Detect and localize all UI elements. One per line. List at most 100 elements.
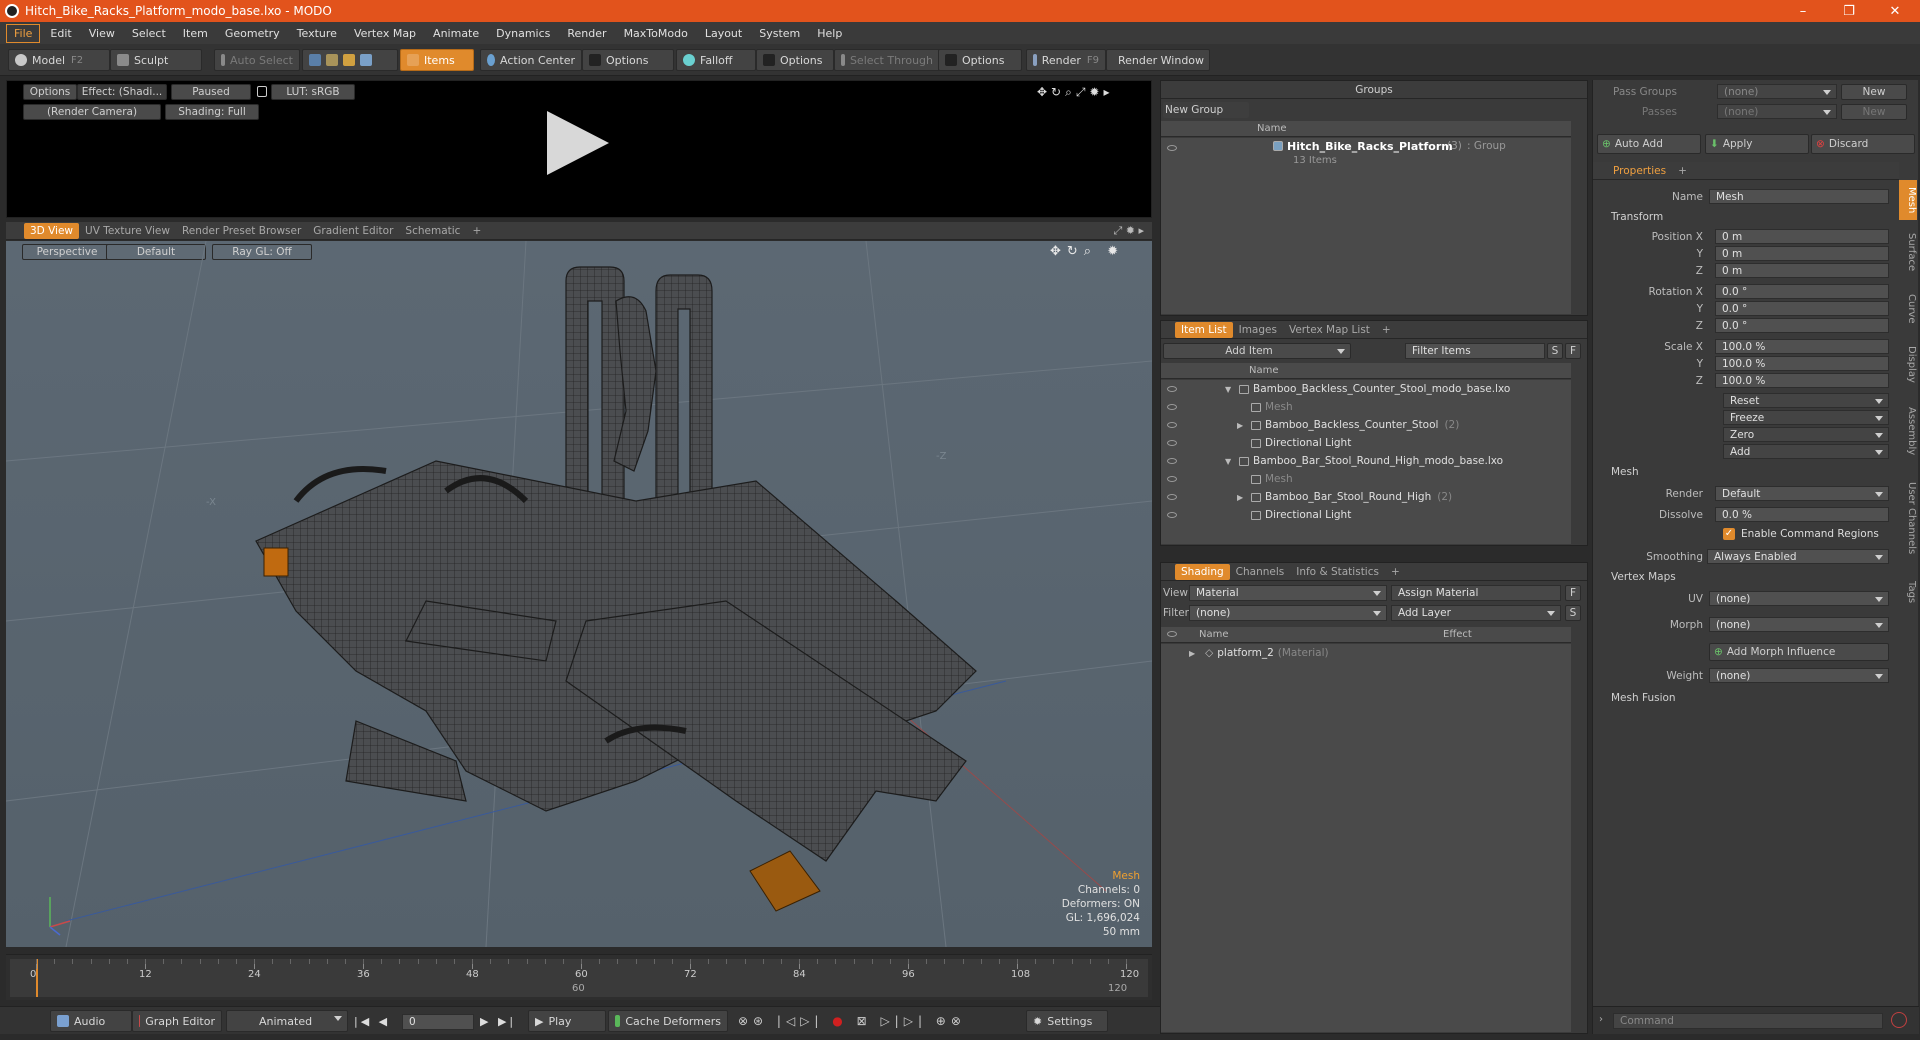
menu-view[interactable]: View bbox=[82, 25, 122, 42]
filter-f-button[interactable]: F bbox=[1565, 343, 1581, 359]
play-icon[interactable] bbox=[547, 111, 609, 175]
assign-material-button[interactable]: Assign Material bbox=[1391, 585, 1561, 601]
action-center-button[interactable]: Action Center bbox=[480, 49, 582, 71]
menu-maxtomodo[interactable]: MaxToModo bbox=[617, 25, 695, 42]
tab-channels[interactable]: Channels bbox=[1230, 564, 1291, 580]
item-label[interactable]: Bamboo_Backless_Counter_Stool bbox=[1265, 419, 1438, 431]
add-layer-dropdown[interactable]: Add Layer bbox=[1391, 605, 1561, 621]
shading-f-button[interactable]: F bbox=[1565, 585, 1581, 601]
current-frame-field[interactable]: 0 bbox=[402, 1014, 474, 1030]
vertex-maps-section[interactable]: Vertex Maps bbox=[1611, 571, 1676, 583]
scale-z-field[interactable]: 100.0 % bbox=[1715, 373, 1889, 388]
expand-arrow-icon[interactable]: ▶ bbox=[1237, 421, 1251, 430]
menu-dynamics[interactable]: Dynamics bbox=[489, 25, 557, 42]
new-pass-group-button[interactable]: New bbox=[1841, 84, 1907, 100]
visibility-eye-icon[interactable] bbox=[1167, 440, 1177, 446]
visibility-eye-icon[interactable] bbox=[1167, 494, 1177, 500]
vtab-mesh[interactable]: Mesh bbox=[1899, 180, 1917, 220]
item-label[interactable]: Directional Light bbox=[1265, 437, 1351, 449]
materials-icon[interactable] bbox=[360, 54, 372, 66]
visibility-eye-icon[interactable] bbox=[1167, 422, 1177, 428]
weight-dropdown[interactable]: (none) bbox=[1709, 668, 1889, 683]
add-tab-button[interactable]: + bbox=[1385, 564, 1406, 580]
visibility-eye-icon[interactable] bbox=[1167, 145, 1177, 151]
rotation-z-field[interactable]: 0.0 ° bbox=[1715, 318, 1889, 333]
visibility-eye-icon[interactable] bbox=[1167, 404, 1177, 410]
menu-system[interactable]: System bbox=[752, 25, 807, 42]
play-button[interactable]: ▶ Play bbox=[528, 1010, 606, 1032]
tab-images[interactable]: Images bbox=[1233, 322, 1283, 338]
menu-edit[interactable]: Edit bbox=[43, 25, 78, 42]
menu-file[interactable]: File bbox=[6, 23, 41, 43]
expand-arrow-icon[interactable]: ▼ bbox=[1225, 385, 1239, 394]
command-history-icon[interactable] bbox=[1891, 1012, 1907, 1028]
menu-render[interactable]: Render bbox=[560, 25, 613, 42]
graph-editor-button[interactable]: Graph Editor bbox=[132, 1010, 222, 1032]
items-mode-button[interactable]: Items bbox=[400, 49, 474, 71]
model-mode-button[interactable]: Model F2 bbox=[8, 49, 110, 71]
enable-command-regions-checkbox[interactable]: ✓ bbox=[1723, 528, 1735, 540]
discard-button[interactable]: ⊗ Discard bbox=[1811, 134, 1915, 154]
3d-viewport[interactable]: Perspective Default Ray GL: Off ✥↻⌕ ✹ -X… bbox=[6, 241, 1152, 947]
list-item[interactable]: ▼ Bamboo_Bar_Stool_Round_High_modo_base.l… bbox=[1161, 452, 1571, 470]
item-label[interactable]: Mesh bbox=[1265, 401, 1293, 413]
polygons-icon[interactable] bbox=[343, 54, 355, 66]
visibility-eye-icon[interactable] bbox=[1167, 512, 1177, 518]
tab-render-preset-browser[interactable]: Render Preset Browser bbox=[176, 223, 307, 239]
select-through-button[interactable]: Select Through bbox=[834, 49, 940, 71]
menu-layout[interactable]: Layout bbox=[698, 25, 749, 42]
reset-dropdown[interactable]: Reset bbox=[1723, 393, 1889, 408]
list-item[interactable]: Directional Light bbox=[1161, 506, 1571, 524]
item-label[interactable]: Bamboo_Backless_Counter_Stool_modo_base.… bbox=[1253, 383, 1510, 395]
morph-dropdown[interactable]: (none) bbox=[1709, 617, 1889, 632]
expand-arrow-icon[interactable]: ▶ bbox=[1189, 649, 1195, 658]
new-group-button[interactable]: New Group bbox=[1163, 102, 1249, 118]
action-center-options-button[interactable]: Options bbox=[582, 49, 674, 71]
audio-button[interactable]: Audio bbox=[50, 1010, 132, 1032]
render-button[interactable]: Render F9 bbox=[1026, 49, 1106, 71]
rotation-y-field[interactable]: 0.0 ° bbox=[1715, 301, 1889, 316]
list-item[interactable]: ▼ Bamboo_Backless_Counter_Stool_modo_base… bbox=[1161, 380, 1571, 398]
position-y-field[interactable]: 0 m bbox=[1715, 246, 1889, 261]
vtab-curve[interactable]: Curve bbox=[1899, 285, 1917, 332]
viewport-tab-controls-icon[interactable]: ⤢ ✹ ▸ bbox=[1113, 224, 1144, 238]
tab-vertex-map-list[interactable]: Vertex Map List bbox=[1283, 322, 1376, 338]
tab-schematic[interactable]: Schematic bbox=[399, 223, 466, 239]
scale-y-field[interactable]: 100.0 % bbox=[1715, 356, 1889, 371]
close-button[interactable]: ✕ bbox=[1872, 0, 1918, 22]
add-tab-button[interactable]: + bbox=[466, 223, 487, 239]
menu-help[interactable]: Help bbox=[810, 25, 849, 42]
item-label[interactable]: Bamboo_Bar_Stool_Round_High_modo_base.lx… bbox=[1253, 455, 1503, 467]
sculpt-mode-button[interactable]: Sculpt bbox=[110, 49, 202, 71]
shading-filter-dropdown[interactable]: (none) bbox=[1189, 605, 1387, 621]
vtab-display[interactable]: Display bbox=[1899, 334, 1917, 395]
preview-options-button[interactable]: Options bbox=[23, 84, 77, 100]
expand-arrow-icon[interactable]: ▼ bbox=[1225, 457, 1239, 466]
auto-select-button[interactable]: Auto Select bbox=[214, 49, 300, 71]
menu-item[interactable]: Item bbox=[176, 25, 215, 42]
name-field[interactable]: Mesh bbox=[1709, 189, 1889, 204]
lock-icon[interactable] bbox=[257, 86, 267, 97]
pass-groups-dropdown[interactable]: (none) bbox=[1717, 84, 1837, 99]
tab-item-list[interactable]: Item List bbox=[1175, 321, 1233, 338]
menu-animate[interactable]: Animate bbox=[426, 25, 486, 42]
vtab-surface[interactable]: Surface bbox=[1899, 222, 1917, 283]
falloff-options-button[interactable]: Options bbox=[756, 49, 834, 71]
command-input[interactable]: Command bbox=[1613, 1013, 1883, 1029]
visibility-eye-icon[interactable] bbox=[1167, 631, 1177, 637]
preview-effect-dropdown[interactable]: Effect: (Shadi... bbox=[77, 84, 167, 100]
add-morph-influence-button[interactable]: ⊕ Add Morph Influence bbox=[1709, 643, 1889, 661]
edges-icon[interactable] bbox=[326, 54, 338, 66]
list-item[interactable]: Directional Light bbox=[1161, 434, 1571, 452]
preview-paused-button[interactable]: Paused bbox=[171, 84, 251, 100]
list-item[interactable]: ▶ ◇ platform_2 (Material) bbox=[1161, 644, 1571, 662]
vertices-icon[interactable] bbox=[309, 54, 321, 66]
position-z-field[interactable]: 0 m bbox=[1715, 263, 1889, 278]
preview-camera-dropdown[interactable]: (Render Camera) bbox=[23, 104, 161, 120]
select-through-options-button[interactable]: Options bbox=[938, 49, 1022, 71]
cache-deformers-button[interactable]: Cache Deformers bbox=[608, 1010, 728, 1032]
add-dropdown[interactable]: Add bbox=[1723, 444, 1889, 459]
uv-dropdown[interactable]: (none) bbox=[1709, 591, 1889, 606]
add-item-dropdown[interactable]: Add Item bbox=[1163, 343, 1351, 359]
tab-shading[interactable]: Shading bbox=[1175, 563, 1230, 580]
